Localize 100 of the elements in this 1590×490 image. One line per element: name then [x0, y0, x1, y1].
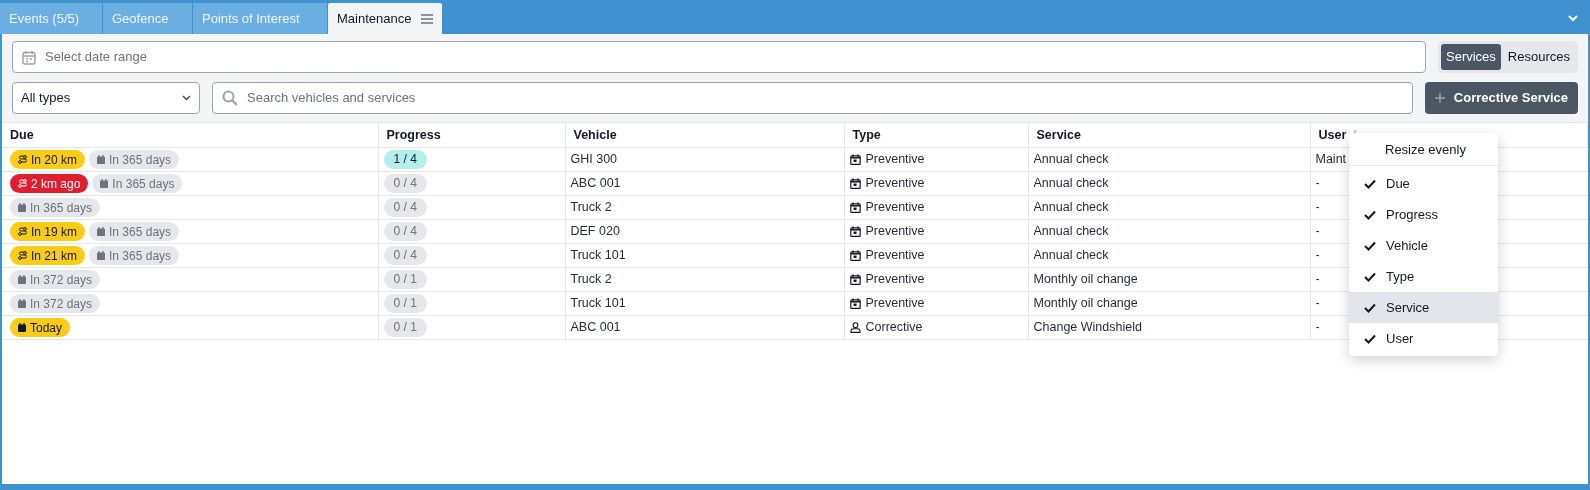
table-cell-text: Preventive: [865, 151, 925, 169]
type-dropdown[interactable]: All types: [12, 82, 200, 114]
menu-item[interactable]: Due: [1349, 168, 1498, 199]
table-cell-text: Preventive: [865, 271, 925, 289]
column-header[interactable]: Service: [1036, 125, 1081, 145]
table-cell: Annual check: [1033, 248, 1109, 263]
calendar-icon: [18, 299, 26, 308]
column-header[interactable]: Vehicle: [573, 125, 617, 145]
due-distance-label: In 21 km: [10, 246, 86, 265]
column-header[interactable]: Progress: [386, 125, 441, 145]
table-cell: Annual check: [1033, 176, 1109, 191]
progress-label: 0 / 4: [383, 197, 427, 217]
table-cell: -: [1315, 272, 1320, 287]
table-cell: -: [1315, 248, 1320, 263]
table-cell: Monthly oil change: [1033, 272, 1138, 287]
table-cell: -: [1315, 224, 1320, 239]
route-icon: [18, 179, 27, 188]
calendar-icon: [18, 323, 26, 332]
table-cell: -: [1315, 176, 1320, 191]
calendar-icon: [849, 274, 861, 285]
table-cell: ABC 001: [570, 176, 621, 191]
menu-item[interactable]: Progress: [1349, 199, 1498, 230]
column-header[interactable]: Due: [10, 125, 34, 145]
tab[interactable]: Maintenance: [328, 3, 443, 34]
calendar-icon: [849, 250, 861, 261]
search-field[interactable]: Search vehicles and services: [212, 82, 1413, 114]
table-cell-text: Preventive: [865, 247, 925, 265]
dropdown-value: All types: [21, 89, 71, 108]
route-icon: [18, 227, 27, 236]
calendar-icon: [97, 155, 106, 164]
column-header[interactable]: User: [1318, 125, 1347, 145]
table-cell: Monthly oil change: [1033, 296, 1138, 311]
due-date-label: In 365 days: [89, 150, 180, 169]
table-cell: Annual check: [1033, 224, 1109, 239]
due-distance-label: In 19 km: [10, 222, 86, 241]
calendar-icon: [100, 179, 109, 188]
corrective-service-button[interactable]: Corrective Service: [1424, 82, 1578, 114]
due-date-label: In 372 days: [10, 270, 101, 289]
due-date-label: In 365 days: [92, 174, 183, 193]
table-cell: -: [1315, 296, 1320, 311]
search-icon: [222, 90, 238, 106]
calendar-icon: [18, 203, 26, 212]
menu-item[interactable]: Vehicle: [1349, 230, 1498, 261]
table-cell: Annual check: [1033, 200, 1109, 215]
menu-item[interactable]: Resize evenly: [1349, 135, 1498, 166]
table-cell: DEF 020: [570, 224, 620, 239]
menu-item[interactable]: User: [1349, 323, 1498, 354]
menu-item[interactable]: Type: [1349, 261, 1498, 292]
progress-label: 0 / 4: [383, 221, 427, 241]
view-toggle-tab[interactable]: Services: [1441, 44, 1501, 70]
chevron-down-icon[interactable]: [1568, 14, 1578, 22]
table-cell-text: Preventive: [865, 223, 925, 241]
due-date-label: In 365 days: [10, 198, 101, 217]
table-cell: ABC 001: [570, 320, 621, 335]
progress-label: 0 / 4: [383, 173, 427, 193]
table-cell: -: [1315, 200, 1320, 215]
progress-label: 0 / 1: [383, 269, 427, 289]
table-cell-text: Preventive: [865, 199, 925, 217]
progress-label: 0 / 4: [383, 245, 427, 265]
table-cell: Change Windshield: [1033, 320, 1142, 335]
calendar-icon: [18, 275, 26, 284]
person-icon: [849, 322, 861, 333]
calendar-icon: [97, 227, 106, 236]
calendar-icon: [849, 154, 861, 165]
due-distance-label: 2 km ago: [10, 174, 89, 193]
date-input[interactable]: Select date range: [45, 47, 1416, 67]
table-cell-text: Corrective: [865, 319, 923, 337]
table-cell: Truck 101: [570, 248, 626, 263]
table-cell: -: [1315, 320, 1320, 335]
menu-item[interactable]: Service: [1349, 292, 1498, 323]
table-cell: Truck 2: [570, 200, 612, 215]
calendar-icon: [849, 202, 861, 213]
progress-label: 0 / 1: [383, 293, 427, 313]
chevron-down-icon: [182, 95, 191, 101]
due-distance-label: In 20 km: [10, 150, 86, 169]
due-date-label: In 365 days: [89, 246, 180, 265]
table-cell: Annual check: [1033, 152, 1109, 167]
column-header[interactable]: Type: [852, 125, 881, 145]
table-cell: Truck 2: [570, 272, 612, 287]
search-input[interactable]: Search vehicles and services: [247, 88, 1403, 108]
progress-label: 0 / 1: [383, 317, 427, 337]
progress-label: 1 / 4: [383, 149, 427, 169]
date-range-field[interactable]: Select date range: [12, 41, 1426, 73]
route-icon: [18, 251, 27, 260]
calendar-icon: [22, 49, 36, 65]
plus-icon: [1434, 93, 1445, 103]
calendar-icon: [849, 226, 861, 237]
due-date-label: In 372 days: [10, 294, 101, 313]
table-cell: Maint: [1315, 152, 1347, 167]
table-cell-text: Preventive: [865, 295, 925, 313]
due-date-label: In 365 days: [89, 222, 180, 241]
calendar-icon: [849, 178, 861, 189]
table-cell: Truck 101: [570, 296, 626, 311]
calendar-icon: [849, 298, 861, 309]
route-icon: [18, 155, 27, 164]
menu-icon[interactable]: [421, 13, 434, 24]
table-cell: GHI 300: [570, 152, 618, 167]
view-toggle-tab[interactable]: Resources: [1502, 44, 1575, 70]
calendar-icon: [97, 251, 106, 260]
due-date-label: Today: [10, 318, 71, 337]
